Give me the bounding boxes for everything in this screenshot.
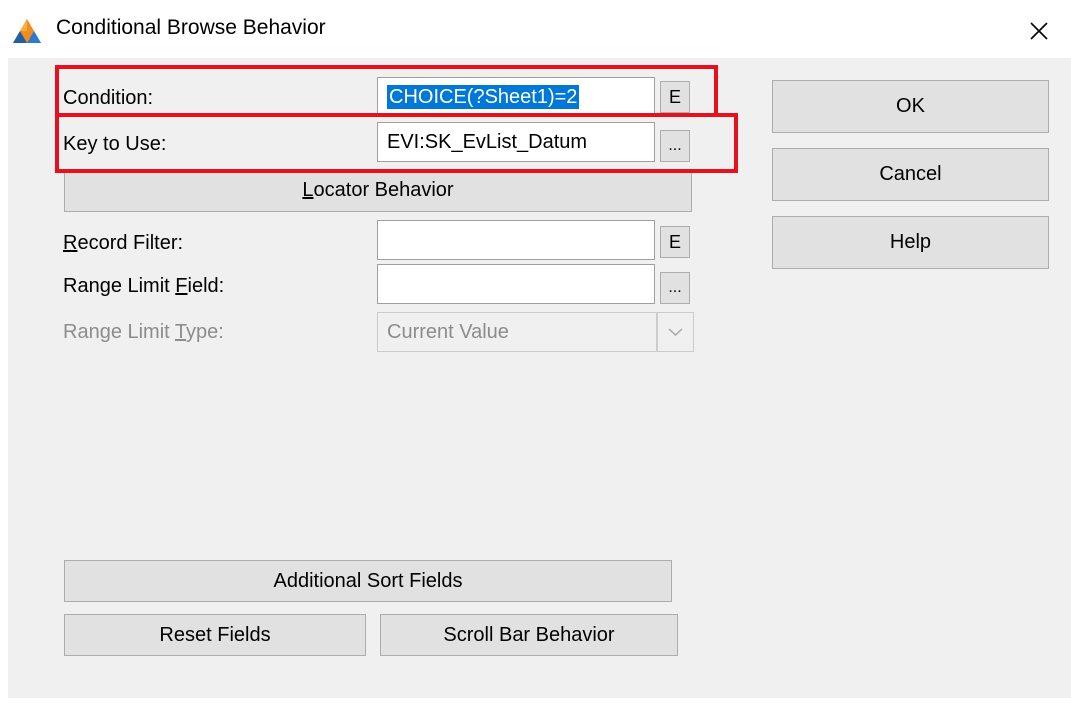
key-to-use-label: Key to Use: [63,133,167,155]
condition-input[interactable]: CHOICE(?Sheet1)=2 [377,77,655,117]
close-icon[interactable] [1022,14,1056,48]
chevron-down-icon [668,328,683,337]
cancel-button[interactable]: Cancel [772,148,1049,201]
condition-label: Condition: [63,87,154,109]
condition-expression-button[interactable]: E [660,81,690,113]
window-title: Conditional Browse Behavior [56,16,326,39]
range-limit-type-dropdown[interactable] [657,312,694,352]
ok-button[interactable]: OK [772,80,1049,133]
record-filter-expression-button[interactable]: E [660,226,690,258]
scroll-bar-behavior-button[interactable]: Scroll Bar Behavior [380,614,678,656]
condition-value: CHOICE(?Sheet1)=2 [387,85,580,109]
key-to-use-input[interactable]: EVI:SK_EvList_Datum [377,122,655,162]
title-bar: Conditional Browse Behavior [0,0,1071,58]
range-limit-type-value: Current Value [387,321,509,343]
key-to-use-value: EVI:SK_EvList_Datum [387,131,588,153]
key-lookup-button[interactable]: ... [660,130,690,162]
help-button[interactable]: Help [772,216,1049,269]
range-limit-type-select[interactable]: Current Value [377,312,657,352]
range-limit-field-label: Range Limit Field: [63,275,225,297]
additional-sort-fields-button[interactable]: Additional Sort Fields [64,560,672,602]
locator-behavior-button[interactable]: Locator Behavior [64,169,692,212]
range-limit-type-label: Range Limit Type: [63,321,224,343]
app-logo-icon [13,19,41,43]
record-filter-label: Record Filter: [63,232,184,254]
record-filter-input[interactable] [377,220,655,260]
reset-fields-button[interactable]: Reset Fields [64,614,366,656]
range-limit-field-lookup-button[interactable]: ... [660,272,690,304]
range-limit-field-input[interactable] [377,264,655,304]
